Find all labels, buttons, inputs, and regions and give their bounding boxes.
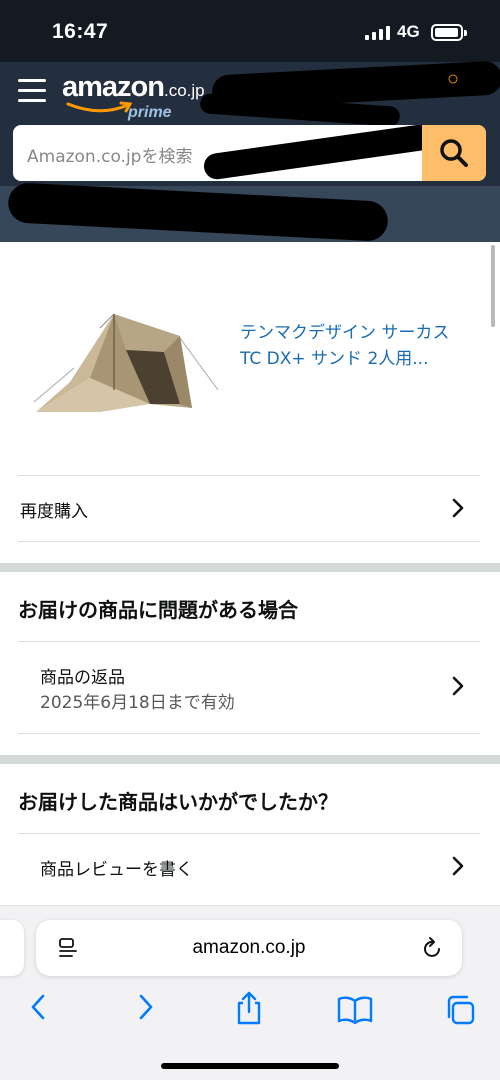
write-review-label: 商品レビューを書く	[40, 860, 193, 880]
search-button[interactable]	[422, 125, 486, 181]
battery-icon	[431, 24, 467, 41]
delivery-address-bar[interactable]	[0, 182, 500, 242]
search-icon	[440, 139, 468, 167]
chevron-right-icon	[452, 498, 464, 518]
tabs-icon[interactable]	[444, 994, 476, 1026]
search-bar[interactable]: Amazon.co.jpを検索	[13, 125, 486, 181]
home-indicator	[161, 1063, 339, 1069]
section-separator	[0, 755, 500, 764]
logo-prime: prime	[128, 104, 172, 121]
redacted-address	[7, 182, 389, 242]
logo-wordmark: amazon	[62, 71, 165, 103]
smile-arrow-icon	[66, 101, 133, 113]
network-type: 4G	[397, 22, 420, 41]
review-section-title: お届けした商品はいかがでしたか？	[18, 790, 338, 814]
chevron-right-icon	[452, 676, 464, 696]
redacted-search-area	[202, 125, 434, 181]
status-bar: 16:47 4G	[0, 0, 500, 62]
reload-icon[interactable]	[422, 936, 444, 960]
write-review-row[interactable]: 商品レビューを書く	[18, 833, 480, 899]
divider	[18, 541, 480, 542]
divider	[18, 733, 480, 734]
bookmarks-icon[interactable]	[337, 996, 373, 1024]
amazon-logo[interactable]: amazon.co.jp prime	[62, 71, 205, 121]
search-input[interactable]: Amazon.co.jpを検索	[27, 142, 192, 167]
address-bar[interactable]: amazon.co.jp	[36, 920, 462, 976]
buy-again-label: 再度購入	[20, 502, 88, 522]
previous-tab-preview[interactable]	[0, 920, 24, 976]
product-image[interactable]	[30, 308, 220, 418]
chevron-right-icon	[452, 856, 464, 876]
logo-tld: .co.jp	[163, 81, 205, 100]
share-icon[interactable]	[234, 990, 264, 1026]
cellular-signal-icon	[365, 26, 391, 40]
menu-icon[interactable]	[18, 79, 46, 103]
return-item-row[interactable]: 商品の返品 2025年6月18日まで有効	[18, 641, 480, 733]
back-icon[interactable]	[28, 992, 48, 1022]
product-title-link[interactable]: テンマクデザイン サーカス TC DX+ サンド 2人用...	[240, 320, 470, 372]
cart-icon[interactable]: ○	[447, 68, 459, 91]
forward-icon[interactable]	[136, 992, 156, 1022]
url-text: amazon.co.jp	[192, 937, 306, 958]
buy-again-row[interactable]: 再度購入	[18, 475, 480, 541]
return-label: 商品の返品	[40, 668, 125, 688]
clock: 16:47	[52, 20, 109, 43]
return-deadline: 2025年6月18日まで有効	[40, 693, 235, 713]
problem-section-title: お届けの商品に問題がある場合	[18, 598, 298, 622]
product-card[interactable]: テンマクデザイン サーカス TC DX+ サンド 2人用...	[0, 242, 500, 474]
amazon-header: amazon.co.jp prime ○ Amazon.co.jpを検索	[0, 60, 500, 242]
browser-toolbar: amazon.co.jp	[0, 905, 500, 1080]
section-separator	[0, 563, 500, 572]
